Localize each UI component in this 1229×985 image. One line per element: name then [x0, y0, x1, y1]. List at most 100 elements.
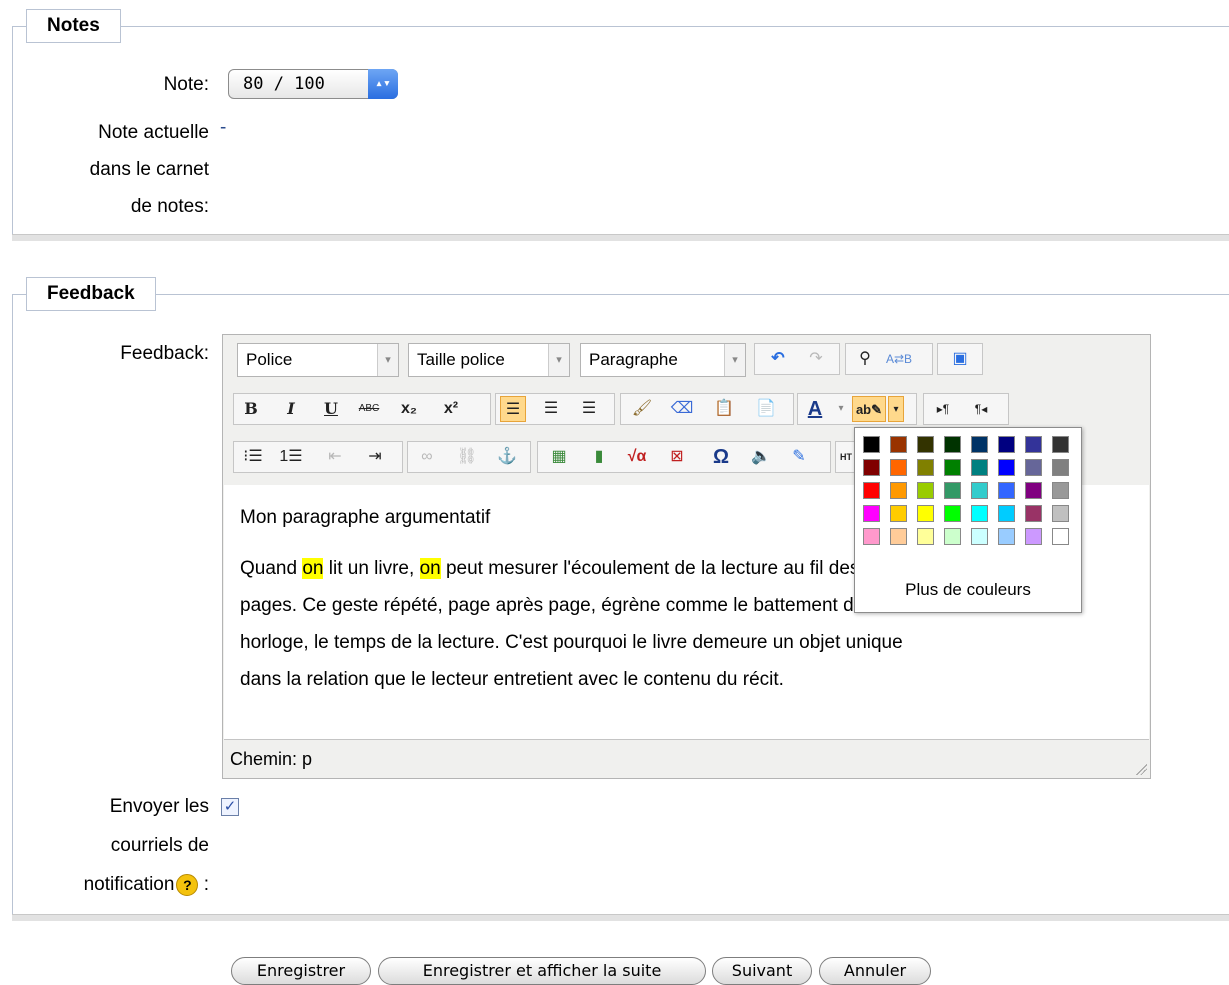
align-center-icon[interactable]: ☰	[538, 396, 564, 422]
text-run: dans la relation que le lecteur entretie…	[240, 669, 784, 690]
color-swatch[interactable]	[917, 459, 934, 476]
color-swatch[interactable]	[890, 482, 907, 499]
notify-label-3: notification? :	[84, 866, 209, 903]
subscript-icon[interactable]: x₂	[396, 396, 422, 422]
current-grade-label-3: de notes:	[130, 196, 209, 217]
indent-icon[interactable]: ⇥	[362, 444, 388, 470]
equation-icon[interactable]: √α	[624, 444, 650, 470]
format-combo[interactable]: Paragraphe ▾	[580, 343, 746, 377]
nolink-icon[interactable]: ⊠	[664, 444, 690, 470]
notes-fieldset-bottom	[12, 234, 1229, 241]
toolbar-group-colors: A ▾ ab✎ ▾	[797, 393, 917, 425]
italic-icon[interactable]: I	[278, 396, 304, 422]
color-swatch[interactable]	[1025, 528, 1042, 545]
text-run: peut mesurer l'écoulement de la lecture …	[440, 558, 860, 579]
color-swatch[interactable]	[863, 482, 880, 499]
current-grade-value: -	[220, 117, 227, 138]
rtl-icon[interactable]: ¶◂	[968, 396, 994, 422]
text-color-icon[interactable]: A	[802, 396, 828, 422]
color-swatch[interactable]	[998, 436, 1015, 453]
font-size-combo[interactable]: Taille police ▾	[408, 343, 570, 377]
outdent-icon[interactable]: ⇤	[322, 444, 348, 470]
bullet-list-icon[interactable]: ⁝☰	[240, 444, 266, 470]
toolbar-group-align: ☰ ☰ ☰	[495, 393, 615, 425]
special-char-icon[interactable]: Ω	[708, 444, 734, 470]
color-swatch[interactable]	[1025, 436, 1042, 453]
color-swatch[interactable]	[971, 459, 988, 476]
path-value[interactable]: p	[302, 749, 312, 769]
numbered-list-icon[interactable]: 1☰	[278, 444, 304, 470]
color-swatch[interactable]	[863, 436, 880, 453]
grade-select[interactable]: 80 / 100 ▴▾	[228, 69, 398, 99]
highlight-color-dropdown-icon[interactable]: ▾	[888, 396, 904, 422]
align-right-icon[interactable]: ☰	[576, 396, 602, 422]
link-icon[interactable]: ∞	[414, 444, 440, 470]
chevron-down-icon: ▾	[377, 344, 398, 376]
media-icon[interactable]: ▮	[586, 444, 612, 470]
color-swatch[interactable]	[1025, 482, 1042, 499]
underline-icon[interactable]: U	[318, 396, 344, 422]
color-swatch[interactable]	[890, 436, 907, 453]
align-left-icon[interactable]: ☰	[500, 396, 526, 422]
html-source-icon[interactable]: HT	[836, 444, 856, 470]
color-swatch[interactable]	[944, 528, 961, 545]
text-color-dropdown-icon[interactable]: ▾	[834, 396, 848, 422]
strikethrough-icon[interactable]: ABC	[356, 396, 382, 422]
anchor-icon[interactable]: ⚓	[494, 444, 520, 470]
color-swatch[interactable]	[863, 505, 880, 522]
bold-icon[interactable]: B	[238, 396, 264, 422]
fullscreen-icon[interactable]: ▣	[947, 346, 973, 372]
paste-word-icon[interactable]: 📄	[753, 396, 779, 422]
current-grade-label-1: Note actuelle	[98, 122, 209, 143]
highlight-color-icon[interactable]: ab✎	[852, 396, 886, 422]
color-swatch[interactable]	[998, 482, 1015, 499]
image-icon[interactable]: ▦	[546, 444, 572, 470]
color-swatch[interactable]	[998, 505, 1015, 522]
color-swatch[interactable]	[998, 459, 1015, 476]
resize-grip-icon[interactable]	[1133, 761, 1147, 775]
paste-text-icon[interactable]: 📋	[711, 396, 737, 422]
color-swatch[interactable]	[971, 482, 988, 499]
eraser-icon[interactable]: ⌫	[669, 396, 695, 422]
color-swatch[interactable]	[944, 482, 961, 499]
unlink-icon[interactable]: ⛓	[454, 444, 480, 470]
notify-checkbox[interactable]: ✓	[221, 798, 239, 816]
more-colors-link[interactable]: Plus de couleurs	[855, 580, 1081, 600]
edit-table-icon[interactable]: ✎	[786, 444, 812, 470]
color-swatch[interactable]	[1025, 459, 1042, 476]
color-swatch[interactable]	[890, 505, 907, 522]
color-swatch[interactable]	[863, 528, 880, 545]
color-swatch[interactable]	[944, 459, 961, 476]
help-icon[interactable]: ?	[176, 873, 199, 896]
color-swatch[interactable]	[971, 505, 988, 522]
color-swatch[interactable]	[1052, 528, 1069, 545]
color-swatch[interactable]	[944, 436, 961, 453]
replace-icon[interactable]: A⇄B	[886, 346, 912, 372]
color-swatch[interactable]	[890, 459, 907, 476]
font-family-combo[interactable]: Police ▾	[237, 343, 399, 377]
color-swatch[interactable]	[1052, 482, 1069, 499]
color-swatch[interactable]	[917, 528, 934, 545]
color-swatch[interactable]	[1052, 505, 1069, 522]
feedback-label: Feedback:	[120, 343, 209, 364]
ltr-icon[interactable]: ▸¶	[930, 396, 956, 422]
color-swatch[interactable]	[971, 436, 988, 453]
color-swatch[interactable]	[971, 528, 988, 545]
color-swatch[interactable]	[1052, 436, 1069, 453]
superscript-icon[interactable]: x²	[438, 396, 464, 422]
find-icon[interactable]: ⚲	[852, 346, 878, 372]
toolbar-group-direction: ▸¶ ¶◂	[923, 393, 1009, 425]
color-swatch[interactable]	[917, 505, 934, 522]
color-swatch[interactable]	[863, 459, 880, 476]
color-swatch[interactable]	[1025, 505, 1042, 522]
audio-icon[interactable]: 🔈	[748, 444, 774, 470]
color-swatch[interactable]	[1052, 459, 1069, 476]
redo-icon[interactable]: ↷	[803, 346, 829, 372]
color-swatch[interactable]	[944, 505, 961, 522]
undo-icon[interactable]: ↶	[765, 346, 791, 372]
color-swatch[interactable]	[890, 528, 907, 545]
color-swatch[interactable]	[917, 436, 934, 453]
color-swatch[interactable]	[917, 482, 934, 499]
cleanup-brush-icon[interactable]: 🖌	[629, 396, 655, 422]
color-swatch[interactable]	[998, 528, 1015, 545]
